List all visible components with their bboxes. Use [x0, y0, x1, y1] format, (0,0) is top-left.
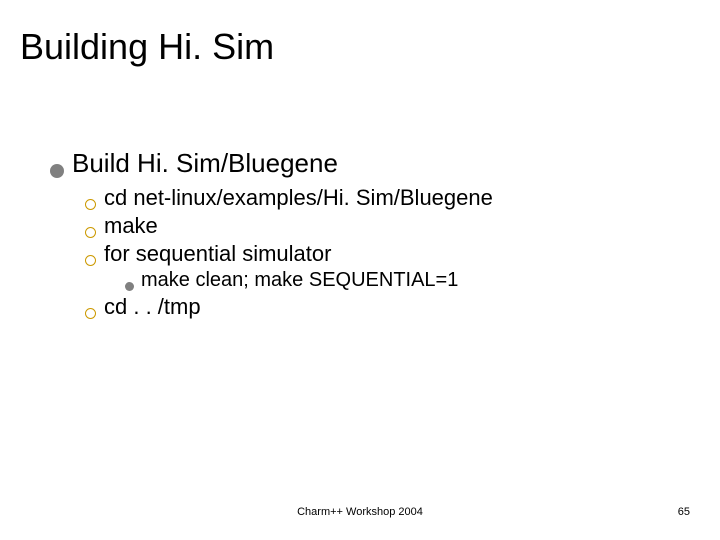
bullet-text: make clean; make SEQUENTIAL=1 [141, 269, 458, 292]
circle-bullet-icon [85, 227, 96, 238]
bullet-level1: Build Hi. Sim/Bluegene [50, 148, 690, 179]
bullet-level2: cd net-linux/examples/Hi. Sim/Bluegene [85, 185, 690, 211]
bullet-text: make [104, 213, 158, 239]
bullet-text: cd . . /tmp [104, 294, 201, 320]
bullet-level3: make clean; make SEQUENTIAL=1 [125, 269, 690, 292]
disc-bullet-icon [125, 282, 134, 291]
page-number: 65 [678, 506, 690, 518]
bullet-level2: make [85, 213, 690, 239]
bullet-text: cd net-linux/examples/Hi. Sim/Bluegene [104, 185, 493, 211]
slide-body: Build Hi. Sim/Bluegene cd net-linux/exam… [50, 148, 690, 322]
level3-group: make clean; make SEQUENTIAL=1 [125, 269, 690, 292]
bullet-text: Build Hi. Sim/Bluegene [72, 148, 338, 179]
bullet-level2: cd . . /tmp [85, 294, 690, 320]
level2-group: cd net-linux/examples/Hi. Sim/Bluegene m… [85, 185, 690, 320]
circle-bullet-icon [85, 199, 96, 210]
bullet-level2: for sequential simulator [85, 241, 690, 267]
disc-bullet-icon [50, 164, 64, 178]
slide: Building Hi. Sim Build Hi. Sim/Bluegene … [0, 0, 720, 540]
bullet-text: for sequential simulator [104, 241, 331, 267]
slide-title: Building Hi. Sim [20, 26, 274, 68]
circle-bullet-icon [85, 308, 96, 319]
footer-center: Charm++ Workshop 2004 [0, 506, 720, 518]
circle-bullet-icon [85, 255, 96, 266]
